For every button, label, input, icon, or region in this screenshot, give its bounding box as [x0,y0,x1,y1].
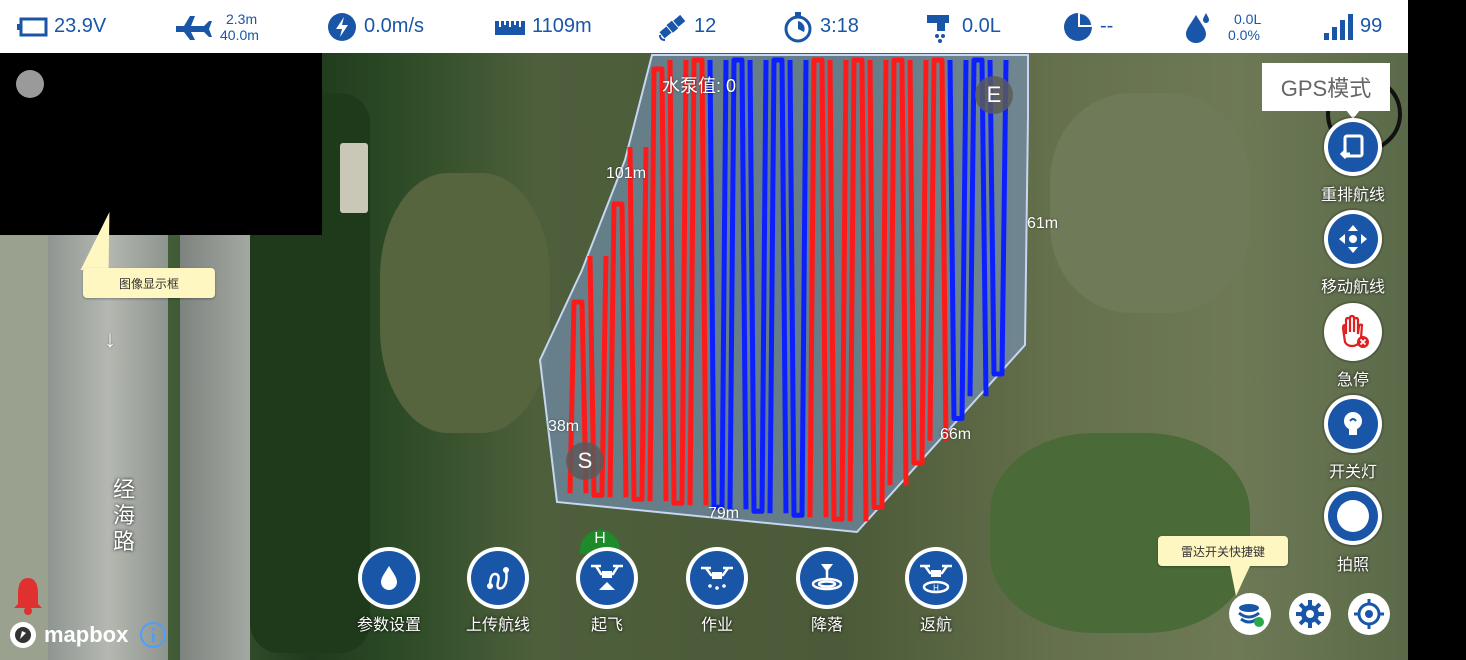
stop-hand-icon [1341,314,1369,348]
alarm-bell-icon[interactable] [10,576,46,616]
takeoff-label: 起飞 [590,615,623,634]
satellite-count: 12 [694,15,717,37]
takeoff-icon [591,564,623,590]
light-toggle-label: 开关灯 [1328,462,1377,481]
work-button[interactable] [686,547,748,609]
upload-route-button[interactable] [467,547,529,609]
land-button[interactable] [796,547,858,609]
pump-value-label: 水泵值: 0 [662,76,737,96]
street-name-label: 经海路 [112,478,135,555]
liquid-percent: 0.0% [1228,26,1260,43]
mapbox-attribution[interactable]: mapbox [8,620,168,650]
reorder-icon [1339,134,1364,160]
timer-stat: 3:18 [782,0,859,53]
settings-button[interactable] [1289,593,1331,635]
satellite-stat: 12 [656,0,716,53]
crosshair-icon [1354,599,1384,629]
speed-icon [326,11,358,43]
plane-icon [174,11,214,43]
video-display-box[interactable] [0,53,322,235]
radar-icon [1238,604,1264,627]
edge-length-label: 79m [708,505,740,522]
flow-value: 0.0L [962,15,1001,37]
start-marker[interactable]: S [566,442,604,480]
satellite-icon [656,11,688,43]
flow-stat: 0.0L [924,0,1001,53]
water-drop-icon [1182,11,1214,43]
video-status-dot[interactable] [16,70,44,98]
end-marker[interactable]: E [975,76,1013,114]
upload-route-label: 上传航线 [465,615,530,634]
radar-toggle-button[interactable] [1229,593,1271,635]
signal-icon [1322,11,1354,43]
altitude-target: 40.0m [220,26,259,43]
info-icon[interactable] [138,620,168,650]
take-photo-button[interactable] [1324,487,1382,545]
mapbox-logo-icon [10,622,36,648]
edge-length-label: 66m [940,426,972,443]
liquid-stat: 0.0L 0.0% [1182,0,1261,53]
takeoff-button[interactable] [576,547,638,609]
distance-value: 1109m [532,15,592,37]
move-route-button[interactable] [1324,210,1382,268]
edge-length-label: 38m [548,418,580,435]
speed-stat: 0.0m/s [326,0,424,53]
altitude-stat: 2.3m 40.0m [174,0,259,53]
reorder-route-button[interactable] [1324,118,1382,176]
radar-tooltip: 雷达开关快捷键 [1158,536,1288,566]
return-icon: H [920,564,952,594]
distance-stat: 1109m [494,0,592,53]
move-route-label: 移动航线 [1320,277,1385,296]
param-settings-label: 参数设置 [356,615,421,634]
edge-length-label: 101m [606,165,647,182]
work-icon [701,566,733,590]
liquid-volume: 0.0L [1234,10,1262,27]
battery-icon [16,11,48,43]
return-home-button[interactable]: H [905,547,967,609]
edge-length-label: 61m [1027,215,1059,232]
status-bar: 23.9V 2.3m 40.0m 0.0m/s 1109m 12 3:18 0.… [0,0,1408,53]
altitude-current: 2.3m [226,10,258,27]
take-photo-label: 拍照 [1336,555,1369,574]
sprayer-icon [924,11,956,43]
light-toggle-button[interactable] [1324,395,1382,453]
emergency-stop-button[interactable] [1324,303,1382,361]
land-label: 降落 [810,615,843,634]
land-icon [811,564,843,591]
locate-button[interactable] [1348,593,1390,635]
radar-tooltip-tail [1230,566,1250,596]
north-arrow-icon: ↓ [104,326,116,353]
ruler-icon [494,11,526,43]
return-home-label: 返航 [919,615,952,634]
signal-value: 99 [1360,15,1383,37]
signal-stat: 99 [1322,0,1382,53]
stopwatch-icon [782,11,814,43]
reorder-route-label: 重排航线 [1320,185,1385,204]
camera-icon [1337,500,1369,532]
svg-text:H: H [933,584,939,593]
area-stat: -- [1062,0,1113,53]
drop-icon [381,566,397,590]
mapbox-text: mapbox [44,622,129,647]
param-settings-button[interactable] [358,547,420,609]
battery-voltage: 23.9V [54,15,107,37]
area-value: -- [1100,15,1114,37]
move-icon [1339,225,1367,253]
route-icon [487,567,509,590]
emergency-stop-label: 急停 [1336,370,1369,389]
video-tooltip: 图像显示框 [83,268,215,298]
battery-stat: 23.9V [16,0,106,53]
work-label: 作业 [700,615,733,634]
light-icon [1344,412,1362,435]
right-black-strip [1408,0,1466,660]
gear-icon [1296,600,1324,628]
gps-mode-badge[interactable]: GPS模式 [1262,63,1390,111]
pie-chart-icon [1062,11,1094,43]
flight-time: 3:18 [820,15,859,37]
speed-value: 0.0m/s [364,15,425,37]
